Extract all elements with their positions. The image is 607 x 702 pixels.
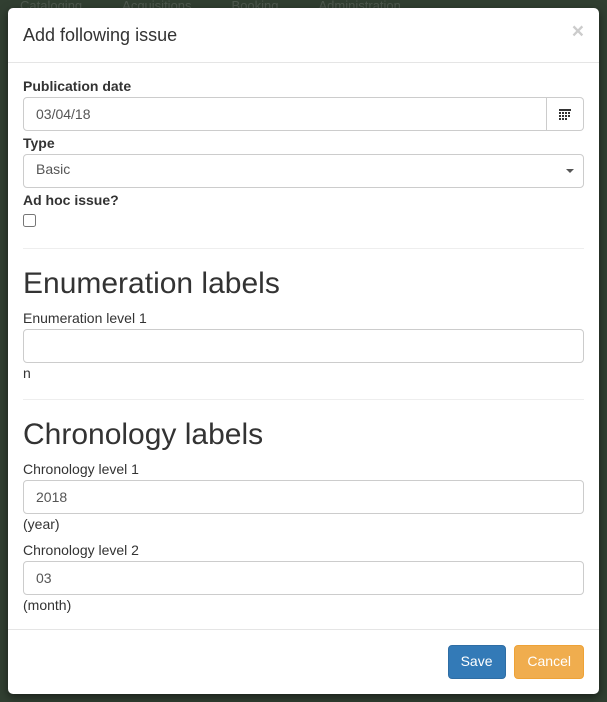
chron-level1-field: Chronology level 1 (year) <box>23 461 584 532</box>
adhoc-field: Ad hoc issue? <box>23 192 584 230</box>
adhoc-label: Ad hoc issue? <box>23 192 584 208</box>
divider <box>23 399 584 400</box>
type-field: Type Basic <box>23 135 584 188</box>
modal-body: Publication date <box>8 63 599 629</box>
chron-level1-label: Chronology level 1 <box>23 461 584 477</box>
enum-level1-label: Enumeration level 1 <box>23 310 584 326</box>
publication-date-field: Publication date <box>23 78 584 131</box>
calendar-icon <box>559 109 571 119</box>
chron-level2-input[interactable] <box>23 561 584 595</box>
chron-level2-label: Chronology level 2 <box>23 542 584 558</box>
type-select[interactable]: Basic <box>23 154 584 188</box>
chron-level2-helper: (month) <box>23 597 584 613</box>
chronology-section-title: Chronology labels <box>23 418 584 451</box>
save-button[interactable]: Save <box>448 645 506 679</box>
modal-title: Add following issue <box>23 23 177 48</box>
modal-header: Add following issue × <box>8 8 599 63</box>
publication-date-input[interactable] <box>23 97 547 131</box>
enum-level1-field: Enumeration level 1 n <box>23 310 584 381</box>
adhoc-checkbox[interactable] <box>23 214 36 227</box>
cancel-button[interactable]: Cancel <box>514 645 584 679</box>
calendar-button[interactable] <box>547 97 584 131</box>
close-button[interactable]: × <box>572 21 584 42</box>
enum-level1-helper: n <box>23 365 584 381</box>
chron-level1-helper: (year) <box>23 516 584 532</box>
divider <box>23 248 584 249</box>
add-issue-modal: Add following issue × Publication date <box>8 8 599 694</box>
enumeration-section-title: Enumeration labels <box>23 267 584 300</box>
type-label: Type <box>23 135 584 151</box>
chron-level2-field: Chronology level 2 (month) <box>23 542 584 613</box>
publication-date-label: Publication date <box>23 78 584 94</box>
chron-level1-input[interactable] <box>23 480 584 514</box>
modal-footer: Save Cancel <box>8 629 599 694</box>
enum-level1-input[interactable] <box>23 329 584 363</box>
